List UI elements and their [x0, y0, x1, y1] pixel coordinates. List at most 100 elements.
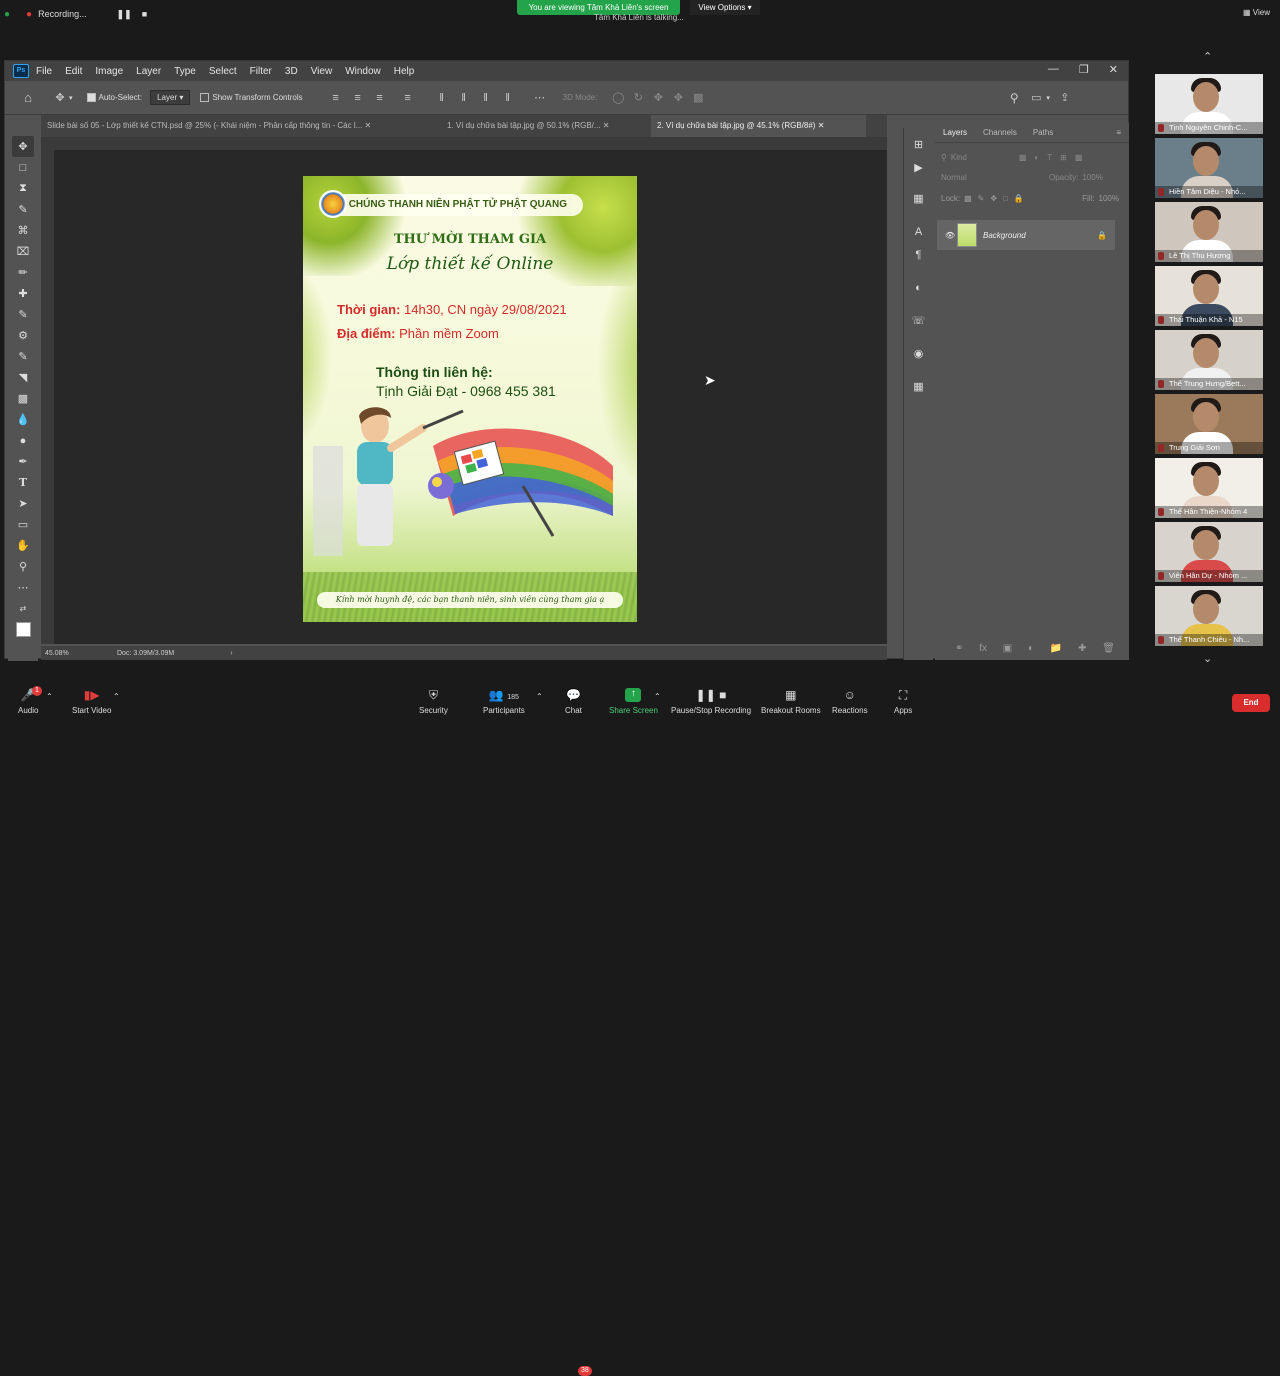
pen-tool-icon[interactable]: ✒ — [12, 451, 34, 472]
tab-document-3[interactable]: 2. Ví dụ chữa bài tập.jpg @ 45.1% (RGB/8… — [651, 115, 866, 137]
move-dropdown-icon[interactable]: ▾ — [69, 94, 73, 102]
color-swatches-icon[interactable] — [12, 619, 35, 641]
minimize-icon[interactable]: — — [1048, 63, 1059, 76]
crop-tool-icon[interactable]: ⌘ — [12, 220, 34, 241]
panel-menu-icon[interactable]: ≡ — [1108, 128, 1129, 137]
close-tab-icon[interactable]: ✕ — [818, 121, 825, 130]
fx-icon[interactable]: fx — [979, 643, 987, 654]
marquee-tool-icon[interactable]: □ — [12, 157, 34, 178]
lock-icons[interactable]: ▩✎✥□🔒 — [964, 194, 1030, 203]
brush-tool-icon[interactable]: ✎ — [12, 304, 34, 325]
3d-slide-icon[interactable]: ✥ — [671, 91, 685, 105]
distribute-v-icon[interactable]: ‖ — [501, 91, 515, 105]
chat-button[interactable]: 💬 Chat — [565, 688, 582, 715]
participant-tile[interactable]: Thể Hân Thiện-Nhóm 4 — [1155, 458, 1263, 518]
align-center-icon[interactable]: ≡ — [351, 91, 365, 105]
auto-select-layer-dropdown[interactable]: Layer ▾ — [150, 90, 191, 105]
start-video-button[interactable]: ▮▶ Start Video — [72, 688, 111, 715]
participants-options-chevron[interactable]: ⌃ — [536, 692, 543, 701]
zoom-level[interactable]: 45.08% — [45, 650, 117, 657]
breakout-rooms-button[interactable]: ▦ Breakout Rooms — [761, 688, 821, 715]
gradient-tool-icon[interactable]: ▩ — [12, 388, 34, 409]
stamp-tool-icon[interactable]: ⚙ — [12, 325, 34, 346]
3d-orbit-icon[interactable]: ◯ — [611, 91, 625, 105]
opacity-value[interactable]: 100% — [1082, 173, 1102, 182]
swatches-icon[interactable]: ▦ — [908, 376, 930, 397]
properties-icon[interactable]: ▦ — [908, 188, 930, 209]
menu-edit[interactable]: Edit — [65, 66, 82, 77]
home-icon[interactable]: ⌂ — [21, 90, 35, 105]
kind-filter[interactable]: Kind — [951, 153, 967, 162]
adjustment-layer-icon[interactable]: ◐ — [1028, 643, 1034, 654]
path-select-tool-icon[interactable]: ➤ — [12, 493, 34, 514]
workspace-icon[interactable]: ▭ — [1029, 91, 1043, 105]
reactions-button[interactable]: ☺ Reactions — [832, 688, 868, 715]
fill-value[interactable]: 100% — [1099, 194, 1119, 203]
align-bottom-icon[interactable]: ‖ — [479, 91, 493, 105]
restore-icon[interactable]: ❐ — [1079, 63, 1089, 76]
apps-button[interactable]: ⛶ Apps — [894, 688, 912, 715]
mask-icon[interactable]: ▣ — [1003, 643, 1012, 654]
actions-icon[interactable]: ▶ — [908, 157, 930, 178]
participant-tile[interactable]: Lê Thị Thu Hương — [1155, 202, 1263, 262]
gradients-icon[interactable]: ◉ — [908, 343, 930, 364]
lasso-tool-icon[interactable]: ⧗ — [12, 178, 34, 199]
participant-tile[interactable]: Trung Giải Sơn — [1155, 394, 1263, 454]
align-top-icon[interactable]: ‖ — [435, 91, 449, 105]
libraries-icon[interactable]: ☏ — [908, 310, 930, 331]
eye-icon[interactable]: 👁 — [945, 231, 955, 240]
shape-tool-icon[interactable]: ▭ — [12, 514, 34, 535]
3d-roll-icon[interactable]: ↻ — [631, 91, 645, 105]
menu-layer[interactable]: Layer — [136, 66, 161, 77]
history-brush-icon[interactable]: ✎ — [12, 346, 34, 367]
view-button[interactable]: ▦ View — [1243, 8, 1270, 17]
participant-tile[interactable]: Hiền Tâm Diệu - Nhó... — [1155, 138, 1263, 198]
video-options-chevron[interactable]: ⌃ — [113, 692, 120, 701]
menu-view[interactable]: View — [311, 66, 333, 77]
character-icon[interactable]: A — [908, 221, 930, 242]
3d-pan-icon[interactable]: ✥ — [651, 91, 665, 105]
type-tool-icon[interactable]: T — [12, 472, 34, 493]
audio-options-chevron[interactable]: ⌃ — [46, 692, 53, 701]
participant-tile[interactable]: Tịnh Nguyên Chinh-C... — [1155, 74, 1263, 134]
participants-button[interactable]: 👥 185 Participants — [483, 688, 525, 715]
tab-paths[interactable]: Paths — [1025, 128, 1061, 137]
edit-toolbar-icon[interactable]: ⋯ — [12, 577, 34, 598]
filter-icons[interactable]: ▩◐T⊞▩ — [1019, 153, 1091, 162]
align-middle-icon[interactable]: ‖ — [457, 91, 471, 105]
eyedropper-tool-icon[interactable]: ✏ — [12, 262, 34, 283]
history-icon[interactable]: ⊞ — [908, 134, 930, 155]
new-layer-icon[interactable]: ✚ — [1078, 643, 1086, 654]
menu-type[interactable]: Type — [174, 66, 196, 77]
stop-recording-icon[interactable]: ■ — [142, 9, 147, 19]
menu-file[interactable]: File — [36, 66, 52, 77]
blur-tool-icon[interactable]: 💧 — [12, 409, 34, 430]
3d-camera-icon[interactable]: ▩ — [691, 91, 705, 105]
tab-document-2[interactable]: 1. Ví dụ chữa bài tập.jpg @ 50.1% (RGB/.… — [441, 115, 651, 137]
participant-tile[interactable]: Thể Trung Hưng/Bett... — [1155, 330, 1263, 390]
menu-select[interactable]: Select — [209, 66, 237, 77]
menu-3d[interactable]: 3D — [285, 66, 298, 77]
frame-tool-icon[interactable]: ⌧ — [12, 241, 34, 262]
hand-tool-icon[interactable]: ✋ — [12, 535, 34, 556]
security-button[interactable]: ⛨ Security — [419, 688, 448, 715]
close-icon[interactable]: ✕ — [1109, 63, 1118, 76]
auto-select-checkbox[interactable]: Auto-Select: — [86, 93, 142, 103]
workspace-dropdown-icon[interactable]: ▾ — [1046, 94, 1050, 102]
delete-layer-icon[interactable]: 🗑 — [1102, 643, 1115, 654]
distribute-icon[interactable]: ≡ — [401, 91, 415, 105]
link-layers-icon[interactable]: ⚭ — [955, 643, 963, 654]
layer-background[interactable]: 👁 Background 🔒 — [937, 220, 1115, 250]
swap-colors-icon[interactable]: ⇄ — [12, 598, 34, 619]
pause-recording-icon[interactable]: ❚❚ — [117, 9, 132, 20]
share-options-chevron[interactable]: ⌃ — [654, 692, 661, 701]
tab-document-1[interactable]: Slide bài số 05 - Lớp thiết kế CTN.psd @… — [41, 115, 441, 137]
eraser-tool-icon[interactable]: ◥ — [12, 367, 34, 388]
participant-tile[interactable]: Thể Thanh Chiêu - Nh... — [1155, 586, 1263, 646]
dodge-tool-icon[interactable]: ● — [12, 430, 34, 451]
menu-image[interactable]: Image — [95, 66, 123, 77]
show-transform-checkbox[interactable]: Show Transform Controls — [200, 93, 303, 103]
share-screen-button[interactable]: ↑ Share Screen — [609, 688, 658, 715]
align-right-icon[interactable]: ≡ — [373, 91, 387, 105]
healing-tool-icon[interactable]: ✚ — [12, 283, 34, 304]
